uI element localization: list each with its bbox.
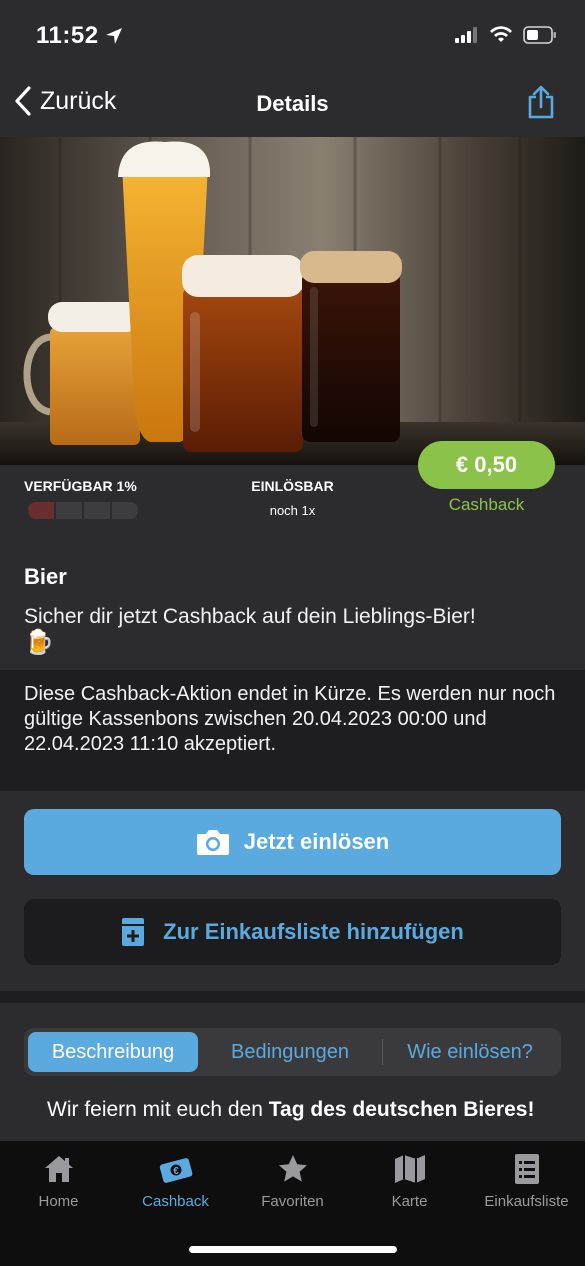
tab-home-label: Home: [38, 1193, 79, 1210]
beer-mug-emoji: 🍺: [24, 629, 54, 656]
redeem-now-label: Jetzt einlösen: [243, 829, 390, 854]
actions-section: Jetzt einlösen Zur Einkaufsliste hinzufü…: [0, 791, 585, 991]
add-to-list-icon: [122, 918, 145, 946]
product-section: Bier Sicher dir jetzt Cashback auf dein …: [0, 550, 585, 670]
status-bar: 11:52: [0, 0, 585, 75]
location-arrow-icon: [105, 28, 122, 44]
wifi-icon: [490, 26, 512, 42]
tab-map-label: Karte: [391, 1193, 428, 1210]
home-indicator: [189, 1246, 397, 1253]
description-highlight: Tag des deutschen Bieres!: [268, 1098, 535, 1121]
add-to-shopping-list-button[interactable]: Zur Einkaufsliste hinzufügen: [24, 899, 561, 965]
product-description-text: Sicher dir jetzt Cashback auf dein Liebl…: [24, 605, 476, 628]
camera-icon: [196, 830, 229, 855]
share-icon: [528, 85, 554, 119]
segmented-control: Beschreibung Bedingungen Wie einlösen?: [24, 1028, 561, 1076]
segment-how-to-redeem[interactable]: Wie einlösen?: [383, 1032, 557, 1072]
clock-text: 11:52: [36, 22, 99, 49]
tab-home[interactable]: Home: [0, 1153, 117, 1210]
details-tabs-section: Beschreibung Bedingungen Wie einlösen? W…: [0, 1003, 585, 1143]
shopping-list-icon: [514, 1154, 539, 1184]
tab-cashback-label: Cashback: [142, 1193, 209, 1210]
product-image: [0, 137, 585, 465]
offer-info-strip: VERFÜGBAR 1% EINLÖSBAR noch 1x € 0,50 Ca…: [0, 441, 585, 550]
description-text: Wir feiern mit euch den Tag des deutsche…: [47, 1095, 547, 1125]
expiry-notice-text: Diese Cashback-Aktion endet in Kürze. Es…: [24, 683, 556, 755]
tab-favorites-label: Favoriten: [261, 1193, 324, 1210]
star-icon: [278, 1155, 307, 1182]
cashback-icon: €: [159, 1158, 192, 1183]
tab-cashback[interactable]: € Cashback: [117, 1153, 234, 1210]
tab-shopping-list-label: Einkaufsliste: [484, 1193, 569, 1210]
bottom-tab-bar: Home € Cashback Favoriten Karte Einkaufs…: [0, 1141, 585, 1266]
segment-description[interactable]: Beschreibung: [28, 1032, 198, 1072]
share-button[interactable]: [527, 85, 555, 124]
product-description: Sicher dir jetzt Cashback auf dein Liebl…: [24, 604, 564, 657]
description-intro: Wir feiern mit euch den: [47, 1098, 269, 1121]
page-title: Details: [256, 91, 329, 116]
segment-conditions[interactable]: Bedingungen: [198, 1032, 382, 1072]
tab-shopping-list[interactable]: Einkaufsliste: [468, 1153, 585, 1210]
navigation-bar: Zurück Details: [0, 75, 585, 137]
product-name: Bier: [24, 564, 67, 589]
add-to-shopping-list-label: Zur Einkaufsliste hinzufügen: [163, 919, 464, 944]
tab-map[interactable]: Karte: [351, 1153, 468, 1210]
section-divider: [0, 991, 585, 1003]
status-time: 11:52: [36, 22, 123, 50]
map-icon: [394, 1155, 425, 1183]
status-indicators: [455, 26, 557, 44]
battery-icon: [523, 26, 556, 44]
expiry-notice: Diese Cashback-Aktion endet in Kürze. Es…: [0, 670, 585, 791]
svg-text:€: €: [173, 1166, 179, 1177]
cashback-caption: Cashback: [448, 495, 525, 514]
cellular-signal-icon: [455, 27, 477, 43]
redeem-now-button[interactable]: Jetzt einlösen: [24, 809, 561, 875]
beer-glasses-illustration: [0, 137, 585, 465]
cashback-price-badge: € 0,50: [418, 441, 555, 489]
tab-favorites[interactable]: Favoriten: [234, 1153, 351, 1210]
home-icon: [44, 1156, 73, 1182]
